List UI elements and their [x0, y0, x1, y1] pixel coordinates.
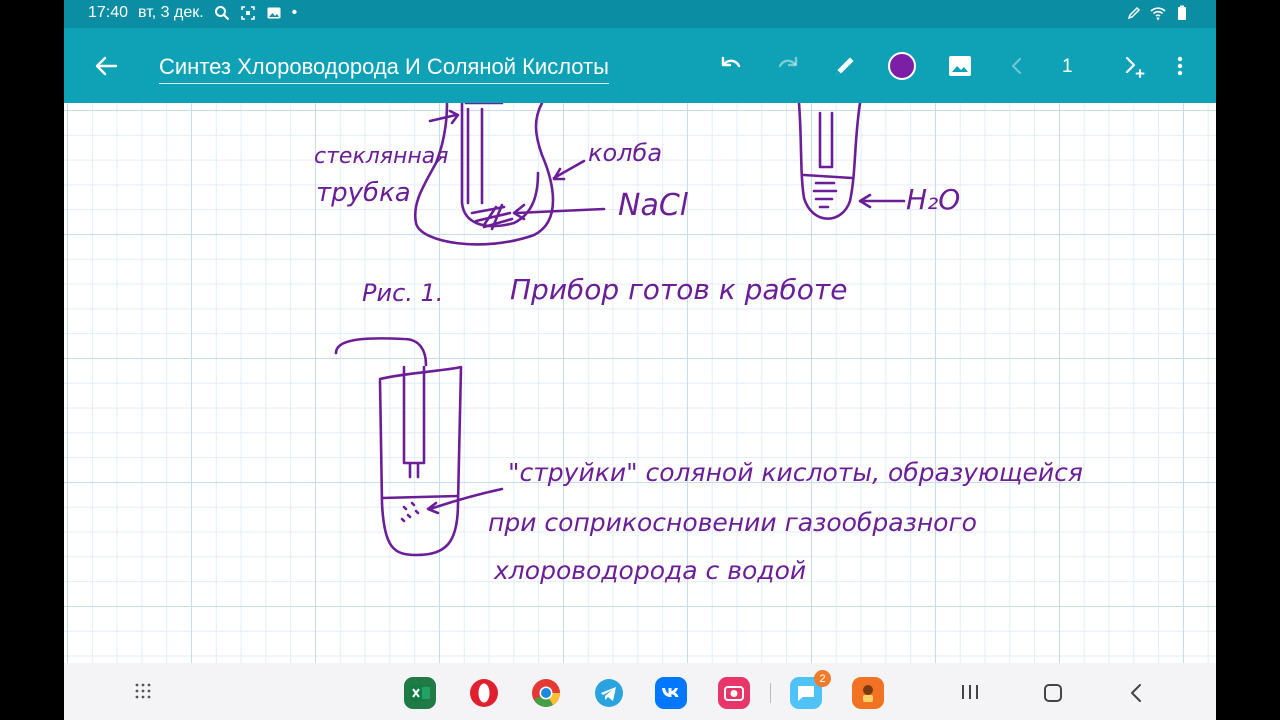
back-nav-icon[interactable] [1128, 683, 1144, 703]
camera-app-icon[interactable] [718, 677, 750, 709]
apps-grid-icon[interactable] [134, 682, 152, 700]
app-bar: Синтез Хлороводорода И Соляной Кислоты 1 [64, 28, 1216, 103]
chrome-logo-icon [532, 679, 560, 707]
home-icon[interactable] [1043, 683, 1063, 703]
note-line-2: при соприкосновении газообразного [488, 508, 977, 537]
handwritten-drawing: стеклянная трубка колба NaCl H₂O Рис. 1.… [314, 101, 1083, 585]
scan-icon [240, 6, 255, 20]
status-date: вт, 3 дек. [138, 4, 204, 21]
back-arrow-icon[interactable] [92, 52, 120, 80]
insert-image-button[interactable] [944, 50, 976, 82]
pencil-icon [836, 57, 854, 75]
gas-tube-apparatus-sketch [334, 337, 504, 557]
redo-button[interactable] [772, 50, 804, 82]
notification-badge: 2 [814, 670, 831, 687]
undo-icon [721, 56, 741, 68]
more-vert-icon [1177, 56, 1183, 76]
flask-apparatus-sketch [413, 101, 606, 246]
note-line-1: "струйки" соляной кислоты, образующейся [508, 458, 1083, 487]
status-bar: 17:40 вт, 3 дек. • [64, 0, 1216, 28]
telegram-app-icon[interactable] [593, 677, 625, 709]
pen-tool-button[interactable] [829, 50, 861, 82]
opera-logo-icon [470, 679, 498, 707]
color-swatch-icon [888, 52, 916, 80]
telegram-logo-icon [595, 679, 623, 707]
battery-icon [1178, 5, 1186, 20]
recent-apps-icon[interactable] [960, 683, 980, 701]
figure-number: Рис. 1. [362, 279, 443, 307]
gallery-icon [267, 7, 281, 19]
document-title[interactable]: Синтез Хлороводорода И Соляной Кислоты [159, 54, 609, 84]
vk-logo-icon [662, 688, 679, 697]
test-tube-water-sketch [797, 101, 906, 220]
redo-icon [778, 56, 798, 68]
label-nacl: NaCl [618, 188, 689, 223]
camera-logo-icon [724, 686, 744, 701]
game-character-icon [863, 685, 873, 702]
opera-app-icon[interactable] [468, 677, 500, 709]
image-icon [949, 56, 971, 76]
excel-app-icon[interactable] [404, 677, 436, 709]
notebook-canvas[interactable]: стеклянная трубка колба NaCl H₂O Рис. 1.… [64, 101, 1216, 663]
label-flask: колба [588, 139, 662, 167]
vk-app-icon[interactable] [655, 677, 687, 709]
excel-logo-icon [410, 685, 430, 701]
next-add-icon [1125, 56, 1145, 78]
status-dot: • [291, 4, 298, 21]
game-app-icon[interactable] [852, 677, 884, 709]
note-line-3: хлороводорода с водой [493, 556, 806, 585]
chat-bubble-icon [798, 686, 814, 701]
wifi-icon [1150, 7, 1166, 20]
page-number[interactable]: 1 [1062, 56, 1073, 78]
chevron-left-icon [1011, 57, 1022, 75]
chrome-app-icon[interactable] [530, 677, 562, 709]
figure-caption: Прибор готов к работе [510, 273, 847, 306]
previous-page-button[interactable] [1001, 50, 1033, 82]
label-water: H₂O [906, 183, 960, 216]
tablet-screen: 17:40 вт, 3 дек. • Синтез Хлороводорода … [64, 0, 1216, 720]
taskbar-separator [770, 683, 771, 703]
undo-button[interactable] [715, 50, 747, 82]
pen-color-button[interactable] [886, 50, 918, 82]
status-time: 17:40 [88, 4, 129, 21]
next-page-add-button[interactable] [1119, 50, 1151, 82]
search-icon [214, 6, 229, 21]
more-options-button[interactable] [1164, 50, 1196, 82]
pen-status-icon [1127, 6, 1141, 20]
label-glass-tube-line1: стеклянная [314, 144, 449, 169]
label-glass-tube-line2: трубка [316, 178, 411, 208]
